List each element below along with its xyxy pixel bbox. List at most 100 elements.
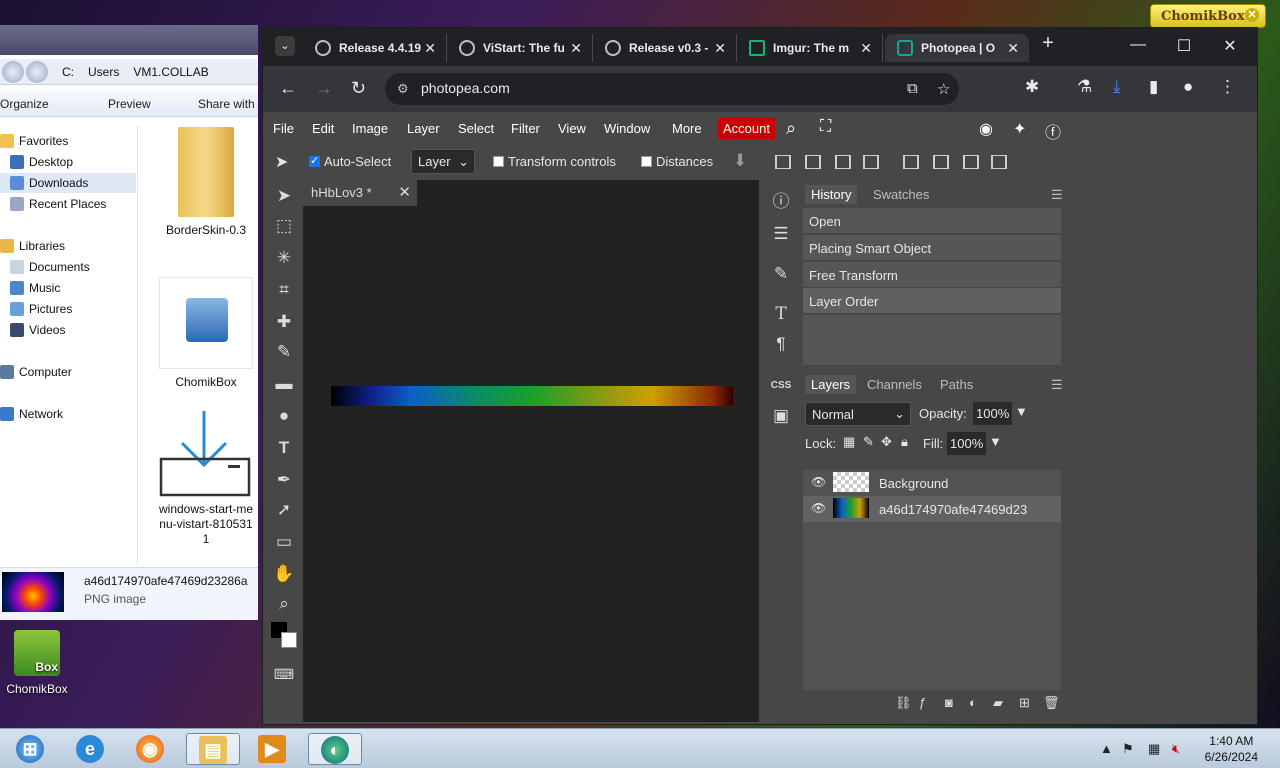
type-tool-icon[interactable]: T (272, 436, 296, 460)
close-icon[interactable]: ✕ (860, 40, 872, 57)
canvas-image[interactable] (331, 386, 733, 406)
distribute-vertical-icon[interactable] (991, 155, 1007, 169)
gradient-tool-icon[interactable]: ▬ (272, 372, 296, 396)
file-item[interactable]: ChomikBox (158, 277, 254, 389)
layer-row[interactable]: 👁︎ a46d174970afe47469d23 (803, 496, 1061, 522)
network-icon[interactable]: ▦ (1148, 741, 1160, 757)
nav-videos[interactable]: Videos (0, 320, 136, 340)
opacity-dropdown-icon[interactable]: ▼ (1015, 404, 1028, 419)
background-color-swatch[interactable] (281, 632, 297, 648)
nav-recent-places[interactable]: Recent Places (0, 194, 136, 214)
nav-downloads[interactable]: Downloads (0, 173, 136, 193)
reload-icon[interactable]: ↻ (351, 78, 366, 99)
css-icon[interactable]: CSS (769, 374, 793, 398)
close-icon[interactable]: ✕ (570, 40, 582, 57)
new-tab-button[interactable]: + (1033, 32, 1063, 55)
taskbar-edge[interactable]: ◐ (308, 733, 362, 765)
show-hidden-icons-icon[interactable]: ▲ (1100, 741, 1113, 756)
tab-imgur[interactable]: Imgur: The m ✕ (737, 34, 883, 62)
paragraph-icon[interactable]: ¶ (769, 332, 793, 356)
action-center-flag-icon[interactable]: ⚑ (1122, 741, 1134, 757)
layer-row[interactable]: 👁︎ Background (803, 470, 1061, 496)
menu-edit[interactable]: Edit (312, 121, 334, 136)
tab-release-v03[interactable]: Release v0.3 - ✕ (593, 34, 737, 62)
install-app-icon[interactable]: ⧉ (907, 80, 918, 97)
history-item[interactable]: Free Transform (803, 262, 1061, 288)
lock-pixels-icon[interactable]: ✎ (863, 434, 874, 450)
fill-dropdown-icon[interactable]: ▼ (989, 434, 1002, 449)
transform-controls-checkbox[interactable]: Transform controls (493, 154, 616, 169)
menu-view[interactable]: View (558, 121, 586, 136)
file-item[interactable]: windows-start-menu-vistart-8105311 (158, 409, 254, 547)
maximize-button[interactable]: ☐ (1169, 36, 1199, 56)
extensions-icon[interactable]: ✱ (1025, 77, 1039, 97)
tab-paths[interactable]: Paths (940, 377, 973, 392)
account-button[interactable]: Account (718, 118, 775, 139)
align-center-icon[interactable] (805, 155, 821, 169)
blur-tool-icon[interactable]: ● (272, 404, 296, 428)
downloads-icon[interactable]: ⤓ (1113, 77, 1121, 97)
new-layer-icon[interactable]: ⊞ (1019, 695, 1030, 711)
minimize-button[interactable]: — (1123, 36, 1153, 54)
nav-favorites[interactable]: Favorites (0, 131, 136, 151)
twitter-icon[interactable]: ✦ (1013, 119, 1026, 139)
taskbar-internet-explorer[interactable]: e (64, 733, 118, 765)
distribute-horizontal-icon[interactable] (863, 155, 879, 169)
brush-tool-icon[interactable]: ✎ (272, 340, 296, 364)
preview-button[interactable]: Preview (108, 97, 151, 111)
tab-channels[interactable]: Channels (867, 377, 922, 392)
keyboard-icon[interactable]: ⌨ (272, 662, 296, 686)
address-segment[interactable]: Users (88, 65, 119, 79)
magic-wand-tool-icon[interactable]: ✳ (272, 246, 296, 270)
nav-desktop[interactable]: Desktop (0, 152, 136, 172)
panel-menu-icon[interactable]: ☰ (1051, 377, 1063, 393)
tab-history[interactable]: History (805, 185, 858, 204)
rectangle-tool-icon[interactable]: ▭ (272, 530, 296, 554)
menu-icon[interactable]: ⋮ (1219, 77, 1236, 97)
brush-settings-icon[interactable]: ✎ (769, 262, 793, 286)
auto-select-mode-dropdown[interactable]: Layer ⌄ (411, 149, 475, 174)
menu-file[interactable]: File (273, 121, 294, 136)
trash-icon[interactable]: 🗑︎ (1043, 695, 1060, 711)
menu-filter[interactable]: Filter (511, 121, 540, 136)
link-layers-icon[interactable]: ⛓ (895, 695, 912, 711)
distances-checkbox[interactable]: Distances (641, 154, 713, 169)
eye-icon[interactable]: 👁︎ (811, 501, 826, 515)
tab-vistart[interactable]: ViStart: The fu ✕ (447, 34, 593, 62)
share-with-button[interactable]: Share with (198, 97, 255, 111)
image-icon[interactable]: ▣ (769, 404, 793, 428)
fill-value[interactable]: 100% (947, 432, 987, 455)
adjustments-icon[interactable]: ☰ (769, 222, 793, 246)
back-icon[interactable] (2, 60, 24, 83)
layer-mask-icon[interactable]: ◙ (945, 695, 953, 710)
close-icon[interactable]: ✕ (424, 40, 436, 57)
explorer-address-bar[interactable]: C: Users VM1.COLLAB (0, 59, 258, 85)
menu-select[interactable]: Select (458, 121, 494, 136)
site-info-icon[interactable]: ⚙ (397, 81, 409, 97)
bookmark-star-icon[interactable]: ☆ (937, 80, 950, 98)
window-close-button[interactable]: ✕ (1215, 36, 1245, 56)
side-panel-icon[interactable]: ▮ (1149, 77, 1158, 97)
align-bottom-icon[interactable] (963, 155, 979, 169)
close-icon[interactable]: ✕ (1245, 8, 1259, 22)
hand-tool-icon[interactable]: ✋ (272, 562, 296, 586)
new-group-icon[interactable]: ▰ (993, 695, 1003, 711)
nav-documents[interactable]: Documents (0, 257, 136, 277)
address-bar[interactable]: ⚙ photopea.com ⧉ ☆ (385, 73, 959, 105)
info-icon[interactable]: ⓘ (769, 190, 793, 214)
explorer-titlebar[interactable] (0, 25, 258, 55)
nav-pictures[interactable]: Pictures (0, 299, 136, 319)
address-segment[interactable]: VM1.COLLAB (133, 65, 208, 79)
lab-icon[interactable]: ⚗ (1077, 77, 1092, 97)
document-tab[interactable]: hHbLov3 * ✕ (303, 180, 417, 206)
reddit-icon[interactable]: ◉ (979, 119, 993, 139)
nav-network[interactable]: Network (0, 404, 136, 424)
search-icon[interactable]: ⌕ (786, 118, 796, 139)
nav-music[interactable]: Music (0, 278, 136, 298)
history-item[interactable]: Placing Smart Object (803, 235, 1061, 261)
healing-tool-icon[interactable]: ✚ (272, 310, 296, 334)
adjustment-layer-icon[interactable]: ◐ (969, 695, 977, 710)
align-middle-icon[interactable] (933, 155, 949, 169)
zoom-tool-icon[interactable]: ⌕ (272, 592, 296, 616)
forward-icon[interactable] (26, 60, 48, 83)
